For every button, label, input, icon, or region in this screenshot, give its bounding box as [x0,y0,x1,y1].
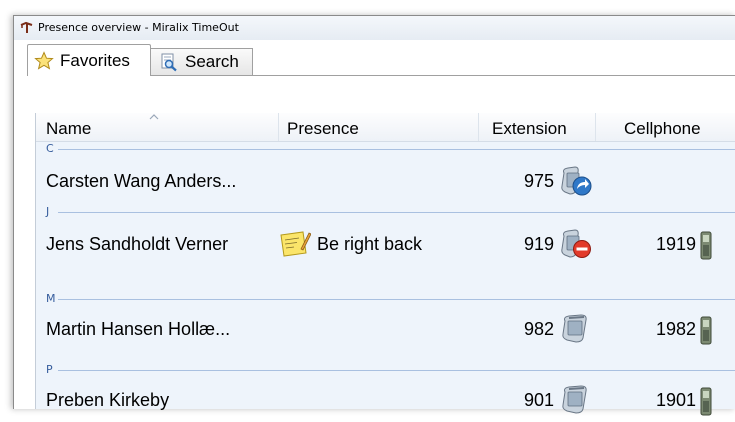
column-header-cellphone[interactable]: Cellphone [596,113,735,141]
phone-busy-icon[interactable] [559,228,593,260]
contact-row[interactable]: Carsten Wang Anders... 975 [36,159,735,203]
tab-search[interactable]: Search [151,48,253,76]
presence-list[interactable]: Name Presence Extension Cellphone C Cars… [35,113,735,416]
group-letter: C [46,142,54,155]
group-divider [58,370,735,371]
window-title: Presence overview - Miralix TimeOut [38,21,239,34]
contact-row[interactable]: Martin Hansen Hollæ... 982 1982 [36,307,735,351]
tab-favorites-label: Favorites [60,50,130,70]
extension-number: 901 [523,390,554,410]
group-divider [58,149,735,150]
column-header-presence[interactable]: Presence [279,113,479,141]
group-divider [58,299,735,300]
cellphone-icon[interactable] [699,315,713,345]
star-icon [34,50,54,70]
tab-search-label: Search [185,52,239,71]
cellphone-icon[interactable] [699,386,713,416]
presence-status: Be right back [279,222,422,266]
group-divider [58,212,735,213]
search-document-icon [161,53,177,72]
phone-icon[interactable] [559,313,593,345]
tab-favorites[interactable]: Favorites [27,44,151,76]
contact-name: Martin Hansen Hollæ... [46,319,231,339]
contact-row[interactable]: Jens Sandholdt Verner Be right back 919 … [36,222,735,266]
phone-icon[interactable] [559,384,593,416]
cellphone-number: 1919 [655,234,696,254]
cellphone-number: 1901 [655,390,696,410]
contact-row[interactable]: Preben Kirkeby 901 1901 [36,378,735,422]
group-header-j: J [36,205,735,223]
group-letter: J [46,205,50,218]
cellphone-number: 1982 [655,319,696,339]
cellphone-icon[interactable] [699,230,713,260]
tab-divider [151,75,735,76]
group-header-c: C [36,142,735,160]
contact-name: Jens Sandholdt Verner [46,234,229,254]
app-window: Presence overview - Miralix TimeOut Favo… [13,15,735,416]
presence-label: Be right back [317,233,423,254]
extension-number: 982 [523,319,554,339]
group-letter: M [46,292,56,305]
extension-number: 919 [523,234,554,254]
column-header-extension[interactable]: Extension [479,113,596,141]
group-letter: P [46,363,53,376]
title-bar[interactable]: Presence overview - Miralix TimeOut [14,16,735,40]
sort-ascending-icon [149,114,159,120]
contact-name: Preben Kirkeby [46,390,170,410]
extension-number: 975 [523,171,554,191]
tab-strip: Favorites Search [14,44,735,76]
column-header: Name Presence Extension Cellphone [36,113,735,142]
phone-forward-icon[interactable] [559,165,593,197]
note-icon [280,231,311,257]
app-logo-icon [20,21,33,33]
contact-name: Carsten Wang Anders... [46,171,237,191]
